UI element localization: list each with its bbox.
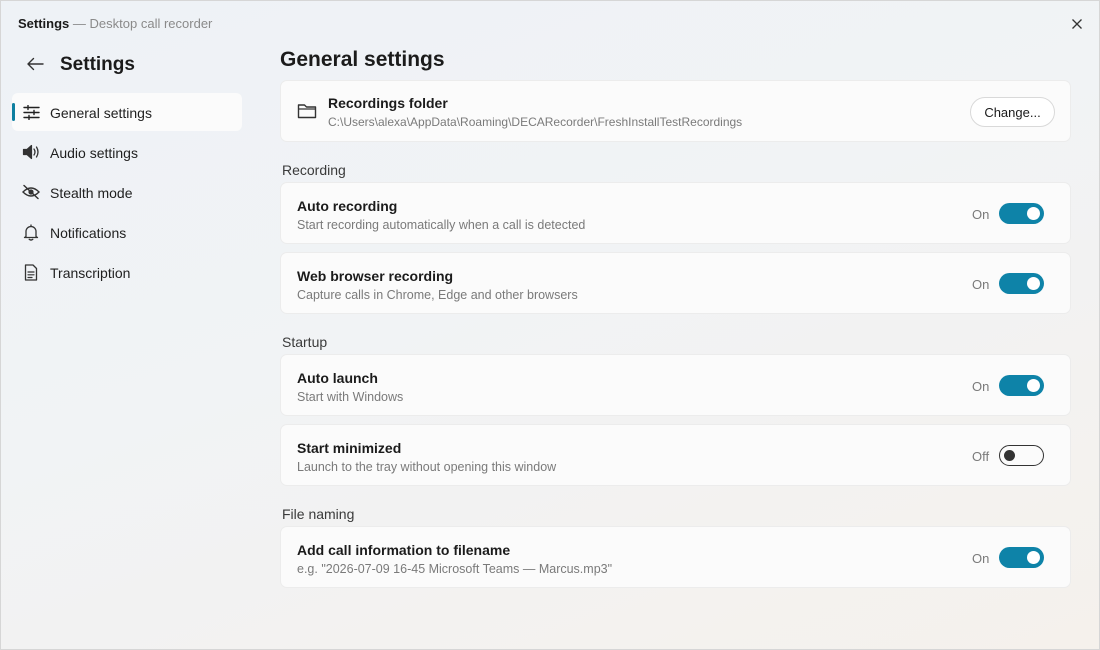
window-title: Settings — Desktop call recorder bbox=[18, 16, 212, 31]
setting-card-start-minimized: Start minimized Launch to the tray witho… bbox=[280, 424, 1071, 486]
setting-description: Launch to the tray without opening this … bbox=[297, 460, 557, 474]
sidebar-nav: General settings Audio settings Stealth … bbox=[12, 93, 242, 293]
sidebar-item-label: Stealth mode bbox=[50, 185, 133, 201]
sidebar-item-label: Notifications bbox=[50, 225, 127, 241]
sidebar-item-label: Audio settings bbox=[50, 145, 138, 161]
setting-card-web-browser-recording: Web browser recording Capture calls in C… bbox=[280, 252, 1071, 314]
sliders-icon bbox=[22, 103, 40, 121]
toggle-knob bbox=[1027, 277, 1040, 290]
auto-launch-toggle[interactable] bbox=[999, 375, 1044, 396]
back-button[interactable] bbox=[21, 51, 49, 77]
setting-title: Start minimized bbox=[297, 440, 402, 456]
document-icon bbox=[22, 263, 40, 281]
toggle-knob bbox=[1004, 449, 1015, 461]
setting-title: Add call information to filename bbox=[297, 542, 511, 558]
setting-card-auto-recording: Auto recording Start recording automatic… bbox=[280, 182, 1071, 244]
auto-recording-toggle[interactable] bbox=[999, 203, 1044, 224]
add-call-info-toggle[interactable] bbox=[999, 547, 1044, 568]
sidebar-item-audio-settings[interactable]: Audio settings bbox=[12, 133, 242, 171]
setting-description: e.g. "2026-07-09 16-45 Microsoft Teams —… bbox=[297, 562, 613, 576]
setting-description: Capture calls in Chrome, Edge and other … bbox=[297, 288, 578, 302]
settings-window: Settings — Desktop call recorder Setting… bbox=[0, 0, 1100, 650]
web-browser-recording-toggle[interactable] bbox=[999, 273, 1044, 294]
start-minimized-toggle[interactable] bbox=[999, 445, 1044, 466]
setting-title: Web browser recording bbox=[297, 268, 454, 284]
section-label-startup: Startup bbox=[282, 334, 328, 350]
toggle-state-label: On bbox=[972, 277, 990, 292]
sidebar-item-general-settings[interactable]: General settings bbox=[12, 93, 242, 131]
sidebar-item-notifications[interactable]: Notifications bbox=[12, 213, 242, 251]
recordings-folder-path: C:\Users\alexa\AppData\Roaming\DECARecor… bbox=[328, 115, 743, 129]
toggle-knob bbox=[1027, 551, 1040, 564]
setting-description: Start recording automatically when a cal… bbox=[297, 218, 586, 232]
section-label-recording: Recording bbox=[282, 162, 346, 178]
page-title: General settings bbox=[280, 48, 445, 71]
bell-icon bbox=[22, 223, 40, 241]
recordings-folder-card: Recordings folder C:\Users\alexa\AppData… bbox=[280, 80, 1071, 142]
sidebar-item-stealth-mode[interactable]: Stealth mode bbox=[12, 173, 242, 211]
folder-icon bbox=[297, 104, 317, 119]
toggle-knob bbox=[1027, 207, 1040, 220]
change-folder-button[interactable]: Change... bbox=[970, 97, 1055, 127]
eye-off-icon bbox=[22, 183, 40, 201]
window-title-app: Settings bbox=[18, 16, 70, 31]
close-button[interactable] bbox=[1065, 12, 1089, 36]
close-icon bbox=[1072, 19, 1082, 29]
recordings-folder-title: Recordings folder bbox=[328, 95, 448, 111]
sidebar-title: Settings bbox=[60, 54, 135, 75]
speaker-icon bbox=[22, 143, 40, 161]
window-title-subtitle: Desktop call recorder bbox=[89, 16, 213, 31]
setting-title: Auto launch bbox=[297, 370, 378, 386]
sidebar-item-label: General settings bbox=[50, 105, 152, 121]
section-label-file-naming: File naming bbox=[282, 506, 355, 522]
setting-card-auto-launch: Auto launch Start with Windows On bbox=[280, 354, 1071, 416]
toggle-state-label: On bbox=[972, 207, 990, 222]
window-title-separator: — bbox=[72, 16, 86, 31]
sidebar-item-transcription[interactable]: Transcription bbox=[12, 253, 242, 291]
toggle-state-label: Off bbox=[972, 449, 990, 464]
arrow-left-icon bbox=[27, 57, 44, 71]
toggle-knob bbox=[1027, 379, 1040, 392]
title-bar: Settings — Desktop call recorder bbox=[1, 1, 1099, 45]
toggle-state-label: On bbox=[972, 551, 990, 566]
setting-card-add-call-info-filename: Add call information to filename e.g. "2… bbox=[280, 526, 1071, 588]
toggle-state-label: On bbox=[972, 379, 990, 394]
setting-description: Start with Windows bbox=[297, 390, 404, 404]
sidebar-item-label: Transcription bbox=[50, 265, 131, 281]
setting-title: Auto recording bbox=[297, 198, 398, 214]
